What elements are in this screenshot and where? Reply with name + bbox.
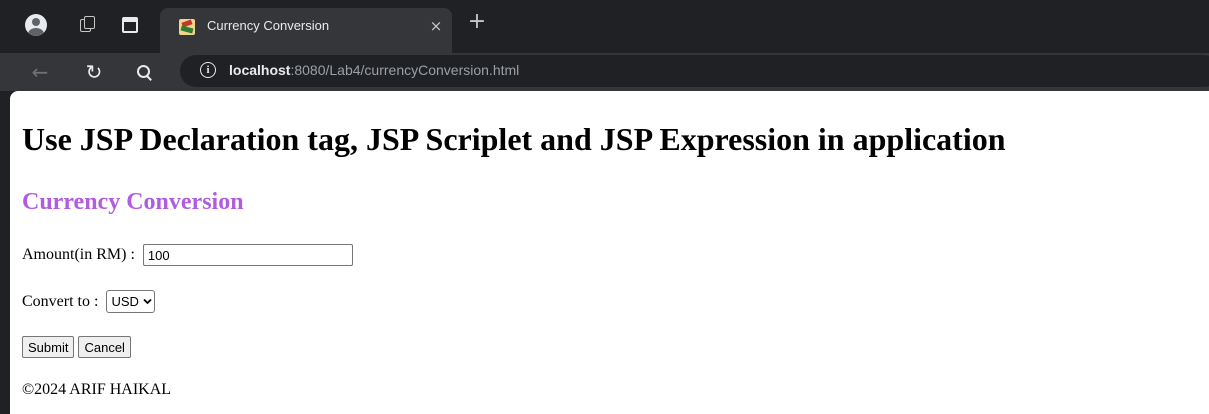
url-text[interactable]: localhost:8080/Lab4/currencyConversion.h… <box>229 62 519 78</box>
convert-row: Convert to : USD <box>22 290 155 313</box>
toolbar: ← ↻ i localhost:8080/Lab4/currencyConver… <box>0 53 1209 91</box>
currency-select-value: USD <box>111 294 139 309</box>
tab-strip: Currency Conversion × + <box>0 0 1209 53</box>
new-tab-icon[interactable]: + <box>466 11 488 34</box>
browser-window: Currency Conversion × + ← ↻ i localhost:… <box>0 0 1209 414</box>
section-title: Currency Conversion <box>22 189 244 215</box>
back-icon[interactable]: ← <box>27 59 53 85</box>
convert-label: Convert to : <box>22 292 103 310</box>
page-title: Use JSP Declaration tag, JSP Scriplet an… <box>22 121 1006 157</box>
tab-title: Currency Conversion <box>207 18 330 33</box>
url-path: :8080/Lab4/currencyConversion.html <box>290 62 520 78</box>
submit-button[interactable]: Submit <box>22 336 75 358</box>
amount-label: Amount(in RM) : <box>22 246 139 263</box>
workspaces-icon[interactable] <box>75 12 101 38</box>
button-row: Submit Cancel <box>22 336 135 358</box>
amount-row: Amount(in RM) : <box>22 244 353 266</box>
search-icon[interactable] <box>131 59 157 85</box>
page-viewport: Use JSP Declaration tag, JSP Scriplet an… <box>10 91 1209 414</box>
profile-icon[interactable] <box>23 12 49 38</box>
close-icon[interactable]: × <box>427 17 445 35</box>
footer-copyright: ©2024 ARIF HAIKAL <box>22 381 172 398</box>
address-bar[interactable]: i localhost:8080/Lab4/currencyConversion… <box>180 55 1209 87</box>
favicon-icon <box>179 19 195 35</box>
tab-currency-conversion[interactable]: Currency Conversion × <box>160 8 452 53</box>
currency-select[interactable]: USD <box>106 290 155 313</box>
amount-input[interactable] <box>142 244 353 266</box>
cancel-button[interactable]: Cancel <box>78 336 131 358</box>
chevron-down-icon <box>143 298 152 306</box>
tab-search-icon[interactable] <box>117 12 143 38</box>
url-host: localhost <box>229 62 291 78</box>
info-icon[interactable]: i <box>200 62 216 78</box>
reload-icon[interactable]: ↻ <box>81 59 107 85</box>
